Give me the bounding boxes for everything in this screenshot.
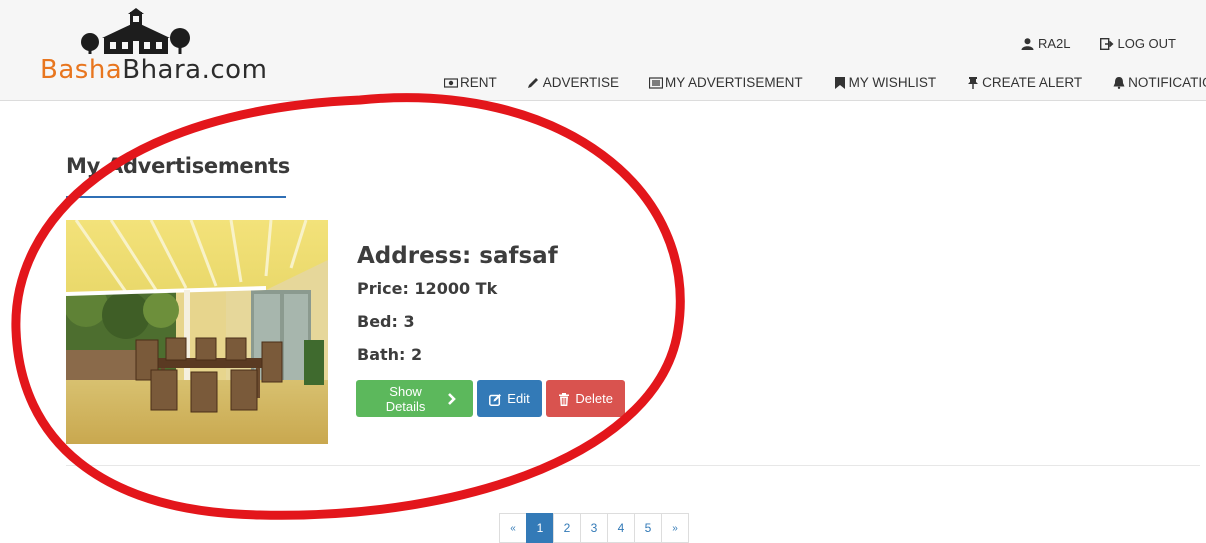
nav-advertise-label: ADVERTISE xyxy=(542,75,620,90)
show-details-label: Show Details xyxy=(385,383,426,414)
house-logo-icon xyxy=(81,8,190,54)
delete-label: Delete xyxy=(575,391,613,406)
nav-wishlist[interactable]: MY WISHLIST xyxy=(833,75,937,90)
user-bar: RA2L LOG OUT xyxy=(1021,36,1176,51)
price-value: 12000 Tk xyxy=(414,279,498,298)
page-title: My Advertisements xyxy=(66,154,290,178)
trash-icon xyxy=(558,392,571,406)
address-label: Address: xyxy=(357,243,472,269)
list-icon xyxy=(649,76,664,89)
bath-value: 2 xyxy=(411,345,423,364)
bed-value: 3 xyxy=(403,312,415,331)
nav-create-alert[interactable]: CREATE ALERT xyxy=(966,75,1082,90)
chevron-right-icon xyxy=(447,392,461,405)
pagination-page-1[interactable]: 1 xyxy=(526,513,554,543)
edit-label: Edit xyxy=(507,391,530,406)
bookmark-icon xyxy=(833,76,847,89)
listing-price: Price: 12000 Tk xyxy=(357,279,558,298)
user-menu-link[interactable]: RA2L xyxy=(1021,36,1071,51)
pagination-page-4[interactable]: 4 xyxy=(607,513,635,543)
user-icon xyxy=(1021,37,1035,50)
pagination-next[interactable]: » xyxy=(661,513,689,543)
content-divider xyxy=(66,465,1200,466)
sign-out-icon xyxy=(1100,37,1114,50)
listing-bath: Bath: 2 xyxy=(357,345,558,364)
listing-photo[interactable] xyxy=(66,220,328,444)
username-label: RA2L xyxy=(1037,36,1071,51)
nav-wishlist-label: MY WISHLIST xyxy=(848,75,937,90)
logo-text-part1: Basha xyxy=(40,55,123,85)
edit-icon xyxy=(489,393,503,406)
pagination-page-3[interactable]: 3 xyxy=(580,513,608,543)
logo-text-part2: Bhara.com xyxy=(122,55,268,85)
bed-label: Bed: xyxy=(357,312,398,331)
nav-my-advertisement-label: MY ADVERTISEMENT xyxy=(665,75,803,90)
address-value: safsaf xyxy=(479,243,558,269)
nav-notifications[interactable]: NOTIFICATIONS xyxy=(1112,75,1206,90)
listing-info: Address: safsaf Price: 12000 Tk Bed: 3 B… xyxy=(357,243,558,378)
listing-actions: Show Details Edit Delete xyxy=(356,380,625,417)
bell-icon xyxy=(1112,76,1126,89)
delete-button[interactable]: Delete xyxy=(546,380,625,417)
pagination: « 1 2 3 4 5 » xyxy=(499,513,689,543)
nav-advertise[interactable]: ADVERTISE xyxy=(527,75,619,90)
show-details-button[interactable]: Show Details xyxy=(356,380,473,417)
bath-label: Bath: xyxy=(357,345,406,364)
pagination-page-2[interactable]: 2 xyxy=(553,513,581,543)
pushpin-icon xyxy=(966,76,980,89)
nav-rent[interactable]: RENT xyxy=(444,75,497,90)
listing-image xyxy=(66,220,328,444)
title-underline xyxy=(66,196,286,198)
logout-label: LOG OUT xyxy=(1117,36,1176,51)
navbar: BashaBhara.com RA2L LOG OUT RENT ADVERTI… xyxy=(0,0,1206,101)
money-icon xyxy=(444,77,458,89)
listing-bed: Bed: 3 xyxy=(357,312,558,331)
pagination-page-5[interactable]: 5 xyxy=(634,513,662,543)
nav-my-advertisement[interactable]: MY ADVERTISEMENT xyxy=(649,75,803,90)
pagination-prev[interactable]: « xyxy=(499,513,527,543)
site-logo[interactable]: BashaBhara.com xyxy=(40,8,267,88)
site-logo-text: BashaBhara.com xyxy=(40,55,267,85)
logout-link[interactable]: LOG OUT xyxy=(1100,36,1176,51)
nav-create-alert-label: CREATE ALERT xyxy=(982,75,1083,90)
price-label: Price: xyxy=(357,279,409,298)
pencil-icon xyxy=(527,77,541,89)
main-nav: RENT ADVERTISE MY ADVERTISEMENT MY WISHL… xyxy=(444,75,1206,90)
edit-button[interactable]: Edit xyxy=(477,380,542,417)
listing-address: Address: safsaf xyxy=(357,243,558,269)
nav-notifications-label: NOTIFICATIONS xyxy=(1128,75,1206,90)
nav-rent-label: RENT xyxy=(460,75,497,90)
